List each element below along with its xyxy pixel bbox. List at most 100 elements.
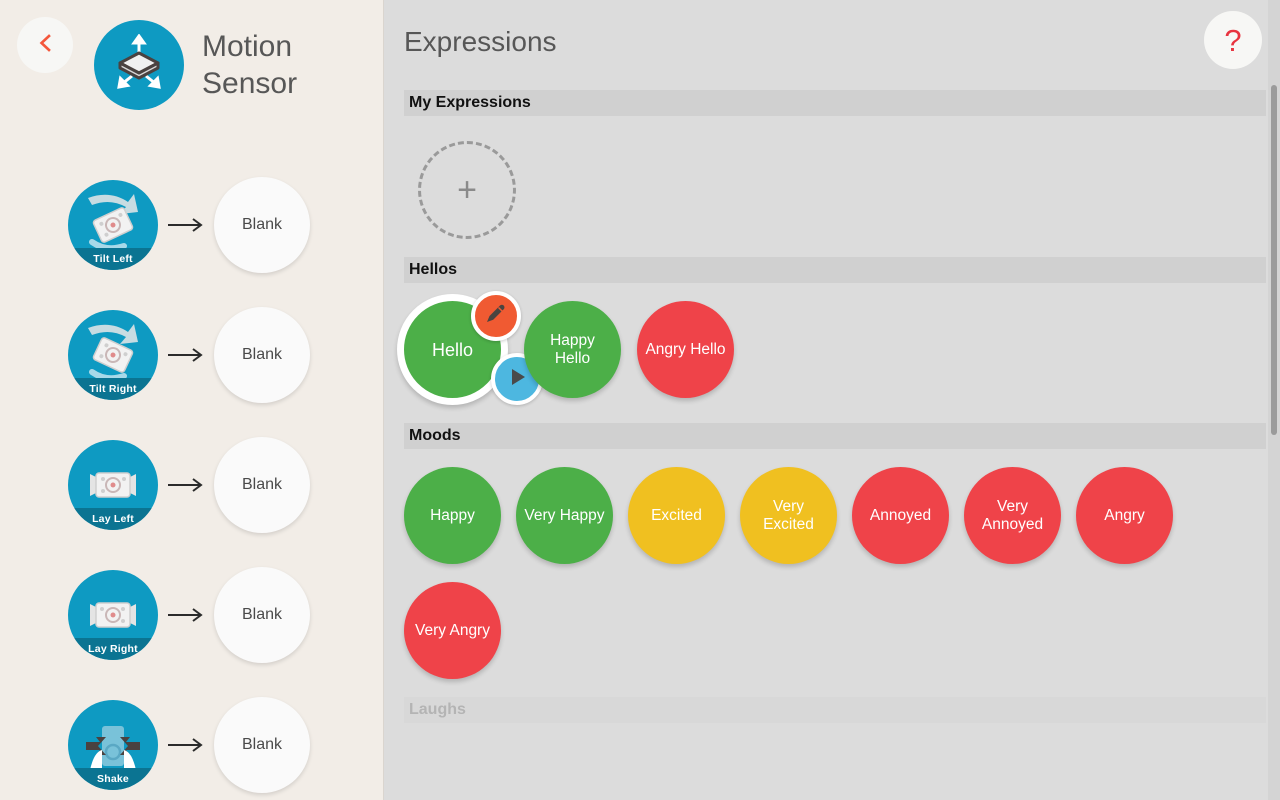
expression-label-line1: Very	[996, 497, 1028, 515]
expression-bubble[interactable]: Very Angry	[404, 582, 501, 679]
main-header: Expressions ?	[384, 0, 1280, 90]
gesture-label: Lay Left	[68, 508, 158, 530]
page-title: Expressions	[404, 26, 557, 57]
expression-label: Very Annoyed	[982, 498, 1043, 534]
sidebar: Motion Sensor Tilt Left Blank Tilt Right Bl…	[0, 0, 384, 800]
gesture-action-label: Blank	[241, 476, 283, 493]
arrow-icon	[158, 217, 214, 233]
expression-label: Very Excited	[763, 498, 814, 534]
gesture-action-button[interactable]: Blank	[214, 567, 310, 663]
expression-item: Very Angry	[404, 582, 501, 679]
expression-item: Very Happy	[516, 467, 613, 564]
section-header-label: My Expressions	[409, 94, 531, 111]
expression-label: Hello	[431, 339, 474, 360]
expression-label: Happy Hello	[550, 332, 595, 368]
gesture-row: Shake Blank	[0, 680, 383, 800]
expression-bubble[interactable]: Very Happy	[516, 467, 613, 564]
expression-bubble[interactable]: Happy Hello	[524, 301, 621, 398]
gesture-row: Tilt Left Blank	[0, 160, 383, 290]
gesture-row: Lay Left Blank	[0, 420, 383, 550]
gesture-label: Shake	[68, 768, 158, 790]
app-root: Motion Sensor Tilt Left Blank Tilt Right Bl…	[0, 0, 1280, 800]
help-button[interactable]: ?	[1204, 11, 1262, 69]
expression-bubble[interactable]: Very Annoyed	[964, 467, 1061, 564]
gesture-action-button[interactable]: Blank	[214, 697, 310, 793]
expression-label: Happy	[430, 506, 475, 524]
gesture-action-label: Blank	[241, 346, 283, 363]
expression-bubble[interactable]: Excited	[628, 467, 725, 564]
section-body-laughs	[384, 723, 1280, 759]
arrow-icon	[158, 347, 214, 363]
back-button[interactable]	[17, 17, 73, 73]
plus-icon: +	[457, 171, 477, 209]
scrollbar-thumb[interactable]	[1271, 85, 1277, 435]
gesture-icon-shake[interactable]: Shake	[68, 700, 158, 790]
expression-bubble[interactable]: Angry	[1076, 467, 1173, 564]
expression-sections: My Expressions + Hellos Hello Happy Hello Angr…	[384, 90, 1280, 759]
expression-item: Happy	[404, 467, 501, 564]
add-expression-button[interactable]: +	[418, 141, 516, 239]
gesture-action-label: Blank	[241, 216, 283, 233]
expression-label-line2: Hello	[554, 349, 591, 367]
section-header-hellos: Hellos	[404, 257, 1266, 283]
section-body-hellos: Hello Happy Hello Angry Hello	[384, 283, 1280, 423]
expression-item: Angry Hello	[637, 301, 734, 405]
expression-label-line1: Very	[772, 497, 804, 515]
section-body-my-expressions: +	[384, 116, 1280, 257]
gesture-list: Tilt Left Blank Tilt Right Blank Lay Left Bla…	[0, 160, 383, 800]
expression-label: Very Angry	[415, 621, 490, 639]
device-title: Motion Sensor	[202, 28, 297, 102]
chevron-left-icon	[34, 32, 56, 59]
gesture-action-button[interactable]: Blank	[214, 177, 310, 273]
section-header-label: Moods	[409, 427, 461, 444]
arrow-icon	[158, 607, 214, 623]
expression-item: Annoyed	[852, 467, 949, 564]
scrollbar-track[interactable]	[1268, 0, 1280, 800]
gesture-icon-tilt-right[interactable]: Tilt Right	[68, 310, 158, 400]
device-title-line1: Motion	[202, 30, 293, 63]
expression-label: Angry Hello	[645, 340, 726, 358]
gesture-action-label: Blank	[241, 736, 283, 753]
question-mark-icon: ?	[1224, 22, 1242, 58]
main-panel: Expressions ? My Expressions + Hellos Hello…	[384, 0, 1280, 800]
device-header: Motion Sensor	[94, 20, 297, 110]
edit-badge[interactable]	[471, 291, 521, 341]
expression-bubble[interactable]: Very Excited	[740, 467, 837, 564]
expression-bubble[interactable]: Annoyed	[852, 467, 949, 564]
gesture-action-button[interactable]: Blank	[214, 437, 310, 533]
gesture-row: Lay Right Blank	[0, 550, 383, 680]
gesture-action-label: Blank	[241, 606, 283, 623]
expression-label: Excited	[651, 506, 702, 524]
gesture-icon-lay-left[interactable]: Lay Left	[68, 440, 158, 530]
section-header-label: Hellos	[409, 261, 458, 278]
expression-item: Very Excited	[740, 467, 837, 564]
section-header-my-expressions: My Expressions	[404, 90, 1266, 116]
expression-label: Very Happy	[524, 506, 605, 524]
expression-item: Excited	[628, 467, 725, 564]
expression-bubble[interactable]: Angry Hello	[637, 301, 734, 398]
pencil-icon	[483, 301, 509, 332]
section-header-laughs: Laughs	[404, 697, 1266, 723]
device-title-line2: Sensor	[202, 67, 298, 100]
expression-item: Hello	[397, 291, 543, 405]
gesture-label: Lay Right	[68, 638, 158, 660]
motion-sensor-icon	[94, 20, 184, 110]
gesture-row: Tilt Right Blank	[0, 290, 383, 420]
section-header-label: Laughs	[409, 701, 466, 718]
gesture-action-button[interactable]: Blank	[214, 307, 310, 403]
expression-label: Annoyed	[869, 506, 932, 524]
expression-item: Happy Hello	[524, 301, 621, 405]
expression-label: Angry	[1104, 506, 1145, 524]
arrow-icon	[158, 737, 214, 753]
arrow-icon	[158, 477, 214, 493]
expression-item: Angry	[1076, 467, 1173, 564]
expression-bubble[interactable]: Happy	[404, 467, 501, 564]
section-body-moods: Happy Very Happy Excited Very Excited Annoyed…	[384, 449, 1280, 697]
expression-label-line1: Happy	[550, 331, 595, 349]
gesture-icon-tilt-left[interactable]: Tilt Left	[68, 180, 158, 270]
expression-item: Very Annoyed	[964, 467, 1061, 564]
expression-label-line2: Annoyed	[981, 515, 1044, 533]
expression-label-line2: Excited	[763, 515, 814, 533]
gesture-icon-lay-right[interactable]: Lay Right	[68, 570, 158, 660]
gesture-label: Tilt Right	[68, 378, 158, 400]
